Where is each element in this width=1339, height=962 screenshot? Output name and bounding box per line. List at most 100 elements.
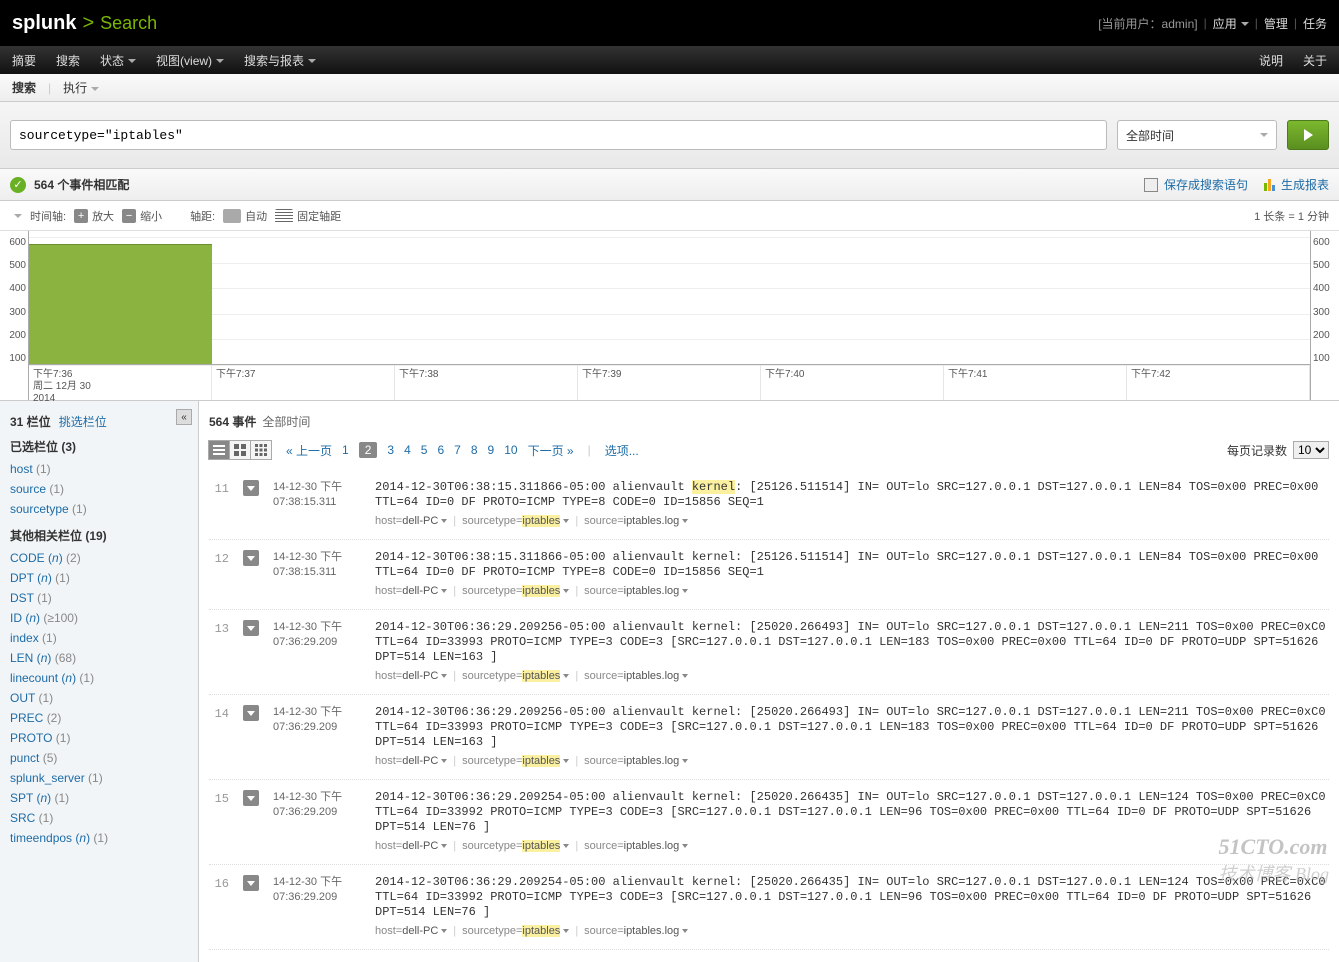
field-source[interactable]: source (1) — [10, 479, 188, 499]
event-number: 12 — [209, 550, 229, 599]
field-splunk_server[interactable]: splunk_server (1) — [10, 768, 188, 788]
event-raw[interactable]: 2014-12-30T06:38:15.311866-05:00 alienva… — [375, 550, 1329, 599]
pager-page-2[interactable]: 2 — [359, 442, 378, 458]
x-tick: 下午7:36周二 12月 302014 — [29, 365, 212, 400]
event-expand-button[interactable] — [243, 620, 259, 636]
jobs-link[interactable]: 任务 — [1303, 15, 1327, 32]
pager-page-3[interactable]: 3 — [387, 443, 394, 457]
event-expand-button[interactable] — [243, 550, 259, 566]
menu-right-0[interactable]: 说明 — [1259, 52, 1283, 69]
collapse-sidebar-button[interactable]: « — [176, 409, 192, 425]
timeline-controls: 时间轴: +放大 −缩小 轴距: 自动 固定轴距 1 长条 = 1 分钟 — [0, 201, 1339, 231]
field-DST[interactable]: DST (1) — [10, 588, 188, 608]
event-meta[interactable]: host=dell-PC|sourcetype=iptables|source=… — [375, 514, 1329, 529]
pager-prev[interactable]: « 上一页 — [286, 442, 332, 459]
logo-wrap: splunk > Search — [12, 12, 157, 35]
event-expand-button[interactable] — [243, 875, 259, 891]
field-DPT[interactable]: DPT (n) (1) — [10, 568, 188, 588]
field-linecount[interactable]: linecount (n) (1) — [10, 668, 188, 688]
view-table-button[interactable] — [229, 440, 251, 460]
chart-bar[interactable] — [29, 244, 212, 364]
event-timestamp: 14-12-30 下午07:36:29.209 — [273, 620, 361, 684]
menu-right-1[interactable]: 关于 — [1303, 52, 1327, 69]
event-raw[interactable]: 2014-12-30T06:38:15.311866-05:00 alienva… — [375, 480, 1329, 529]
field-SPT[interactable]: SPT (n) (1) — [10, 788, 188, 808]
y-tick: 300 — [1313, 307, 1339, 318]
apps-link[interactable]: 应用 — [1213, 15, 1249, 32]
main-split: « 31 栏位 挑选栏位 已选栏位 (3) host (1)source (1)… — [0, 401, 1339, 962]
pager-page-7[interactable]: 7 — [454, 443, 461, 457]
field-sourcetype[interactable]: sourcetype (1) — [10, 499, 188, 519]
y-tick: 400 — [0, 283, 26, 294]
subbar-execute[interactable]: 执行 — [63, 79, 99, 96]
view-grid-button[interactable] — [250, 440, 272, 460]
event-raw[interactable]: 2014-12-30T06:36:29.209256-05:00 alienva… — [375, 705, 1329, 769]
zoom-out-button[interactable]: −缩小 — [122, 208, 162, 224]
save-search-button[interactable]: 保存成搜索语句 — [1144, 176, 1248, 193]
pager-options-link[interactable]: 选项... — [605, 442, 639, 459]
event-meta[interactable]: host=dell-PC|sourcetype=iptables|source=… — [375, 669, 1329, 684]
axis-auto-button[interactable]: 自动 — [223, 208, 267, 224]
subbar-search[interactable]: 搜索 — [12, 79, 36, 96]
search-button[interactable] — [1287, 120, 1329, 150]
pick-fields-link[interactable]: 挑选栏位 — [59, 413, 107, 430]
menu-item-0[interactable]: 摘要 — [12, 52, 36, 69]
view-toolbar: « 上一页12345678910下一页 » | 选项... 每页记录数 10 — [209, 440, 1329, 460]
field-LEN[interactable]: LEN (n) (68) — [10, 648, 188, 668]
menu-item-3[interactable]: 视图(view) — [156, 52, 224, 69]
view-list-button[interactable] — [208, 440, 230, 460]
pager-page-10[interactable]: 10 — [504, 443, 517, 457]
event-number: 16 — [209, 875, 229, 939]
y-tick: 600 — [0, 237, 26, 248]
field-host[interactable]: host (1) — [10, 459, 188, 479]
x-tick: 下午7:38 — [395, 365, 578, 400]
event-meta[interactable]: host=dell-PC|sourcetype=iptables|source=… — [375, 754, 1329, 769]
chevron-down-icon — [247, 486, 255, 491]
search-input[interactable] — [10, 120, 1107, 150]
chart-body[interactable]: 下午7:36周二 12月 302014下午7:37下午7:38下午7:39下午7… — [28, 231, 1311, 400]
event-raw[interactable]: 2014-12-30T06:36:29.209256-05:00 alienva… — [375, 620, 1329, 684]
caret-down-icon[interactable] — [14, 214, 22, 218]
field-punct[interactable]: punct (5) — [10, 748, 188, 768]
time-picker[interactable]: 全部时间 — [1117, 120, 1277, 150]
pager-next[interactable]: 下一页 » — [528, 442, 574, 459]
manage-link[interactable]: 管理 — [1264, 15, 1288, 32]
field-ID[interactable]: ID (n) (≥100) — [10, 608, 188, 628]
field-CODE[interactable]: CODE (n) (2) — [10, 548, 188, 568]
event-meta[interactable]: host=dell-PC|sourcetype=iptables|source=… — [375, 584, 1329, 599]
menu-item-4[interactable]: 搜索与报表 — [244, 52, 316, 69]
timeline-label: 时间轴: — [30, 208, 66, 224]
x-tick: 下午7:42 — [1127, 365, 1310, 400]
pager-page-1[interactable]: 1 — [342, 443, 349, 457]
field-index[interactable]: index (1) — [10, 628, 188, 648]
bars-icon — [223, 209, 241, 223]
field-PROTO[interactable]: PROTO (1) — [10, 728, 188, 748]
pager-page-8[interactable]: 8 — [471, 443, 478, 457]
pager-page-6[interactable]: 6 — [437, 443, 444, 457]
pager-page-5[interactable]: 5 — [421, 443, 428, 457]
selected-fields-label: 已选栏位 (3) — [10, 438, 188, 455]
pager-page-4[interactable]: 4 — [404, 443, 411, 457]
y-tick: 300 — [0, 307, 26, 318]
menu-item-1[interactable]: 搜索 — [56, 52, 80, 69]
event-timestamp: 14-12-30 下午07:36:29.209 — [273, 790, 361, 854]
event-expand-button[interactable] — [243, 705, 259, 721]
zoom-in-button[interactable]: +放大 — [74, 208, 114, 224]
field-SRC[interactable]: SRC (1) — [10, 808, 188, 828]
per-page-select[interactable]: 10 — [1293, 441, 1329, 459]
generate-report-button[interactable]: 生成报表 — [1264, 176, 1329, 193]
field-PREC[interactable]: PREC (2) — [10, 708, 188, 728]
event-expand-button[interactable] — [243, 790, 259, 806]
event-raw[interactable]: 2014-12-30T06:36:29.209254-05:00 alienva… — [375, 875, 1329, 939]
caret-down-icon — [1241, 22, 1249, 26]
event-timestamp: 14-12-30 下午07:36:29.209 — [273, 705, 361, 769]
axis-fixed-button[interactable]: 固定轴距 — [275, 208, 341, 224]
event-meta[interactable]: host=dell-PC|sourcetype=iptables|source=… — [375, 839, 1329, 854]
field-OUT[interactable]: OUT (1) — [10, 688, 188, 708]
event-meta[interactable]: host=dell-PC|sourcetype=iptables|source=… — [375, 924, 1329, 939]
menu-item-2[interactable]: 状态 — [100, 52, 136, 69]
pager-page-9[interactable]: 9 — [488, 443, 495, 457]
field-timeendpos[interactable]: timeendpos (n) (1) — [10, 828, 188, 848]
event-raw[interactable]: 2014-12-30T06:36:29.209254-05:00 alienva… — [375, 790, 1329, 854]
event-expand-button[interactable] — [243, 480, 259, 496]
